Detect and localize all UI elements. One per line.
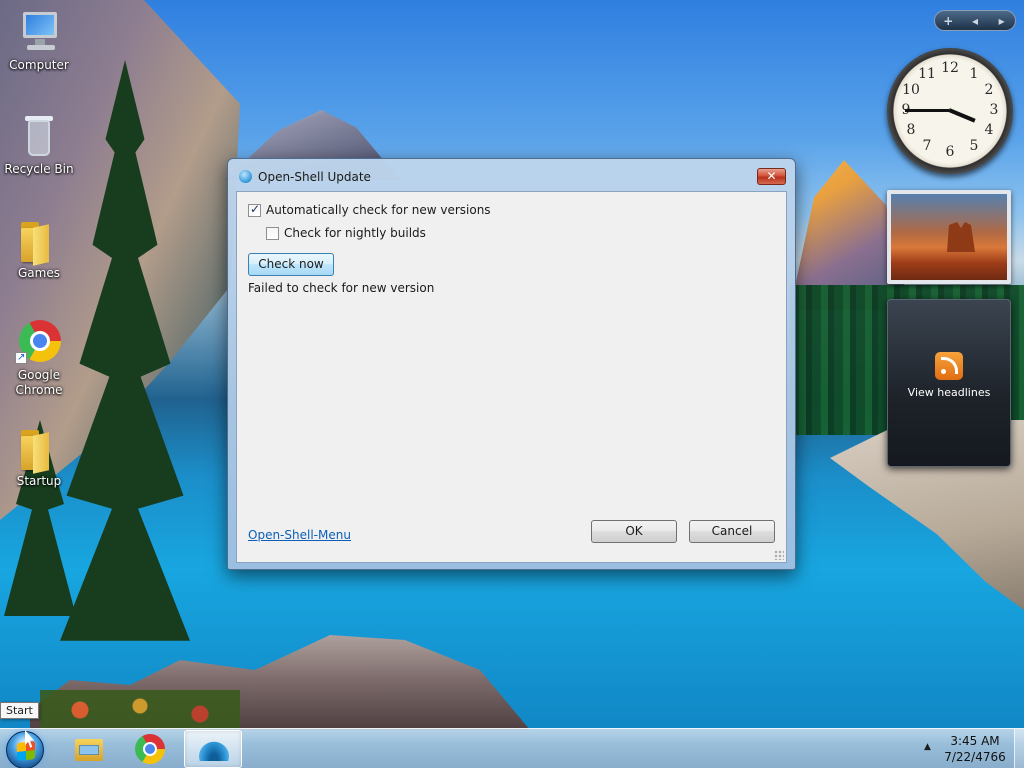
clock-gadget[interactable]: 12 1 2 3 4 5 6 7 8 9 10 11 — [887, 48, 1013, 174]
clock-number: 3 — [989, 102, 999, 118]
clock-number: 6 — [945, 144, 955, 160]
auto-check-label[interactable]: Automatically check for new versions — [266, 203, 491, 217]
chrome-icon-center — [143, 742, 157, 756]
folder-icon — [15, 216, 63, 266]
feed-headlines-gadget[interactable]: View headlines — [887, 299, 1011, 467]
chrome-icon — [15, 318, 63, 366]
clock-number: 11 — [918, 66, 936, 82]
computer-icon — [15, 8, 63, 56]
open-shell-icon — [239, 170, 252, 183]
rss-icon — [935, 352, 963, 380]
open-shell-icon — [199, 741, 229, 761]
nightly-builds-checkbox[interactable] — [266, 226, 279, 240]
taskbar-google-chrome[interactable] — [122, 730, 180, 768]
clock-minute-hand — [905, 108, 949, 112]
taskbar-windows-explorer[interactable] — [60, 730, 118, 768]
taskbar-clock-date[interactable]: 7/22/4766 — [940, 750, 1010, 764]
taskbar-clock-time[interactable]: 3:45 AM — [940, 734, 1010, 748]
previous-icon[interactable]: ◂ — [962, 14, 989, 28]
clock-number: 12 — [941, 60, 959, 76]
dialog-title: Open-Shell Update — [258, 170, 371, 184]
recycle-bin-icon — [15, 112, 63, 160]
desktop-icon-recycle-bin[interactable]: Recycle Bin — [0, 112, 78, 177]
open-shell-update-dialog: Open-Shell Update ✕ Automatically check … — [227, 158, 796, 570]
clock-hour-hand — [948, 108, 976, 123]
clock-number: 2 — [984, 82, 994, 98]
ok-button[interactable]: OK — [591, 520, 677, 543]
photo-butte — [947, 222, 975, 252]
clock-number: 7 — [922, 138, 932, 154]
slideshow-photo — [891, 194, 1007, 280]
folder-icon — [15, 424, 63, 474]
auto-check-option[interactable]: Automatically check for new versions — [248, 202, 491, 217]
taskbar — [0, 728, 1024, 768]
open-shell-menu-link[interactable]: Open-Shell-Menu — [248, 528, 351, 542]
desktop-icon-startup[interactable]: Startup — [0, 424, 78, 489]
show-desktop-button[interactable] — [1014, 729, 1024, 768]
next-icon[interactable]: ▸ — [988, 14, 1015, 28]
clock-number: 8 — [906, 122, 916, 138]
close-button[interactable]: ✕ — [757, 168, 786, 185]
view-headlines-label[interactable]: View headlines — [888, 386, 1010, 399]
shortcut-arrow-icon — [15, 350, 27, 365]
desktop-icon-google-chrome[interactable]: Google Chrome — [0, 318, 78, 398]
desktop-icon-label: Recycle Bin — [4, 162, 74, 176]
auto-check-checkbox[interactable] — [248, 202, 261, 217]
desktop-icon-label: Computer — [9, 58, 69, 72]
update-status-text: Failed to check for new version — [248, 281, 435, 295]
resize-grip-icon[interactable] — [774, 550, 784, 560]
show-hidden-icons-button[interactable]: ▲ — [924, 742, 931, 752]
nightly-builds-label[interactable]: Check for nightly builds — [284, 226, 426, 240]
taskbar-open-shell[interactable] — [184, 730, 242, 768]
clock-number: 1 — [969, 66, 979, 82]
slideshow-gadget[interactable] — [887, 190, 1011, 284]
clock-number: 10 — [902, 82, 920, 98]
desktop-icon-label: Google Chrome — [15, 368, 63, 397]
dialog-content: Automatically check for new versions Che… — [236, 191, 787, 563]
desktop-icon-games[interactable]: Games — [0, 216, 78, 281]
clock-number: 4 — [984, 122, 994, 138]
wallpaper-flowers — [40, 690, 240, 730]
check-now-button[interactable]: Check now — [248, 253, 334, 276]
add-gadget-icon[interactable]: + — [935, 14, 962, 28]
desktop-icon-computer[interactable]: Computer — [0, 8, 78, 73]
dialog-titlebar[interactable]: Open-Shell Update ✕ — [228, 159, 795, 191]
desktop-icon-label: Startup — [16, 474, 62, 488]
start-tooltip: Start — [0, 702, 39, 719]
desktop-icon-label: Games — [18, 266, 60, 280]
clock-number: 5 — [969, 138, 979, 154]
explorer-icon-window — [79, 745, 99, 755]
nightly-builds-option[interactable]: Check for nightly builds — [266, 226, 426, 240]
gadget-toolbar: + ◂ ▸ — [934, 10, 1016, 31]
cancel-button[interactable]: Cancel — [689, 520, 775, 543]
